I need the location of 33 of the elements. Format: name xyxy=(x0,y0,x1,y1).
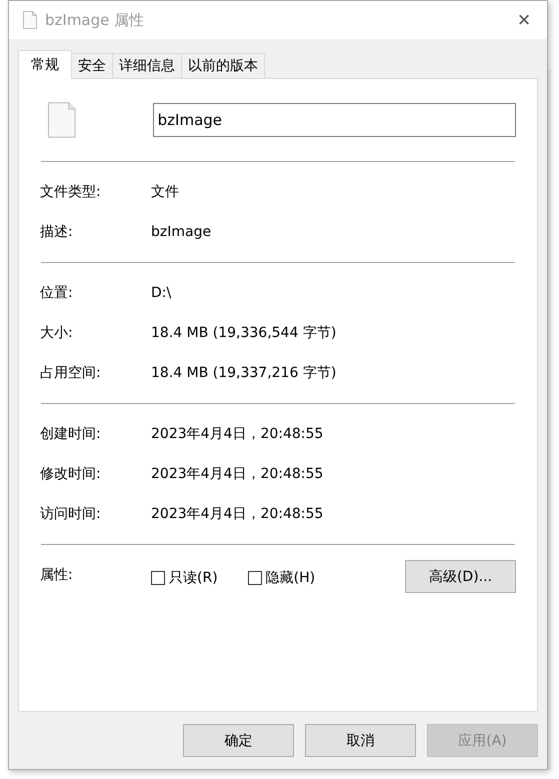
checkbox-box[interactable] xyxy=(151,571,165,585)
field-value: 2023年4月4日，20:48:55 xyxy=(151,465,324,483)
field-label: 文件类型: xyxy=(40,183,102,201)
tab[interactable]: 以前的版本 xyxy=(181,53,265,78)
field-label: 位置: xyxy=(40,284,74,302)
field-value: 文件 xyxy=(151,183,179,201)
document-icon xyxy=(48,102,76,138)
field-value: 2023年4月4日，20:48:55 xyxy=(151,425,324,443)
dialog-button[interactable]: 取消 xyxy=(305,724,416,757)
window-title: bzImage 属性 xyxy=(45,10,146,30)
field-label: 修改时间: xyxy=(40,465,102,483)
field-label: 占用空间: xyxy=(40,364,102,382)
field-label: 访问时间: xyxy=(40,505,102,523)
field-value: 2023年4月4日，20:48:55 xyxy=(151,505,324,523)
field-value: D:\ xyxy=(151,285,172,301)
checkbox[interactable]: 隐藏(H) xyxy=(248,569,316,587)
field-value: bzImage xyxy=(151,224,212,240)
field-value: 18.4 MB (19,336,544 字节) xyxy=(151,324,336,342)
checkbox[interactable]: 只读(R) xyxy=(151,569,218,587)
checkbox-label: 隐藏(H) xyxy=(266,569,316,587)
file-name-field[interactable]: bzImage xyxy=(152,103,516,137)
field-value: 18.4 MB (19,337,216 字节) xyxy=(151,364,336,382)
dialog-button[interactable]: 确定 xyxy=(183,724,294,757)
field-label: 属性: xyxy=(40,566,74,584)
document-icon xyxy=(23,11,37,29)
advanced-button[interactable]: 高级(D)... xyxy=(405,560,516,593)
close-button[interactable]: × xyxy=(501,1,547,39)
checkbox-label: 只读(R) xyxy=(169,569,218,587)
field-label: 大小: xyxy=(40,324,74,342)
checkbox-box[interactable] xyxy=(248,571,262,585)
tab[interactable]: 常规 xyxy=(18,50,72,79)
field-label: 创建时间: xyxy=(40,425,102,443)
field-label: 描述: xyxy=(40,223,74,241)
